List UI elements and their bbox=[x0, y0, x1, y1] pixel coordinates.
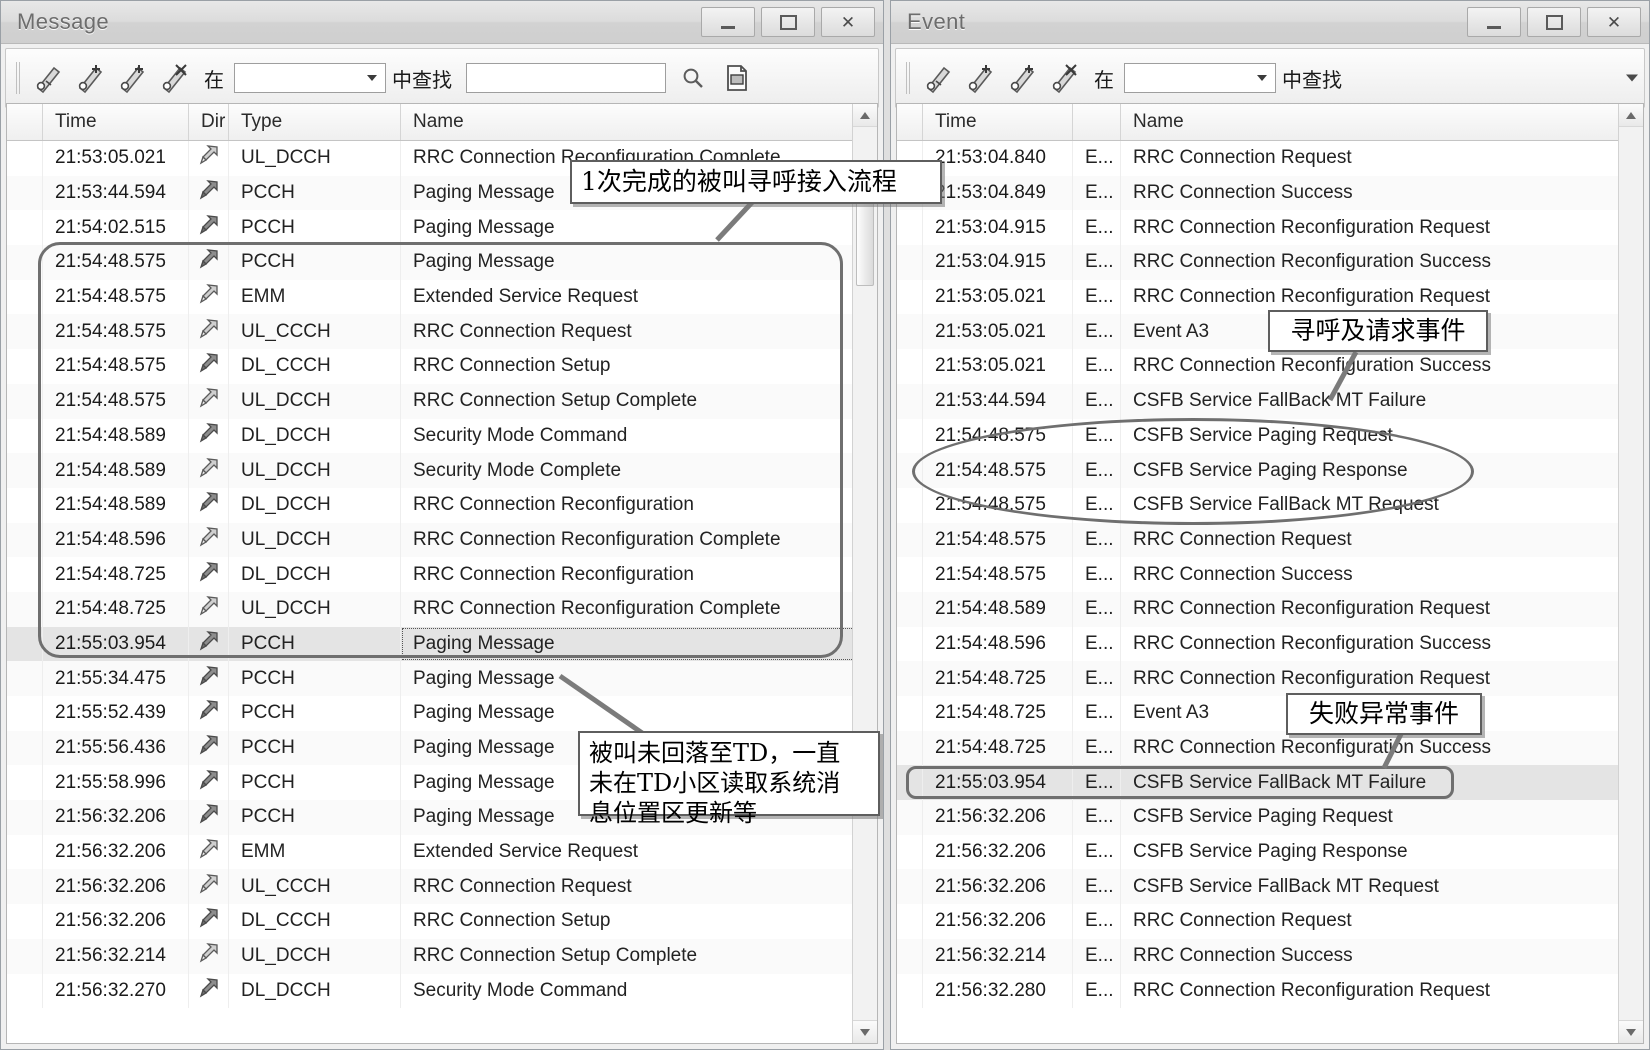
annotation-complete-flow: 1次完成的被叫寻呼接入流程 bbox=[570, 160, 942, 204]
annotation-no-fallback: 被叫未回落至TD，一直 未在TD小区读取系统消 息位置区更新等 bbox=[578, 731, 880, 827]
annotation-no-fallback-line1: 被叫未回落至TD，一直 bbox=[589, 739, 841, 767]
annotation-no-fallback-line3: 息位置区更新等 bbox=[589, 799, 757, 827]
annotation-failure-events: 失败异常事件 bbox=[1286, 693, 1482, 735]
annotation-paging-request-events: 寻呼及请求事件 bbox=[1268, 310, 1488, 352]
app-screen: Message ✕ 在 中查找 Time Dir Type Name 21:53… bbox=[0, 0, 1650, 1050]
leader-line-failure-events bbox=[1381, 726, 1407, 770]
annotation-no-fallback-line2: 未在TD小区读取系统消 bbox=[589, 769, 841, 797]
